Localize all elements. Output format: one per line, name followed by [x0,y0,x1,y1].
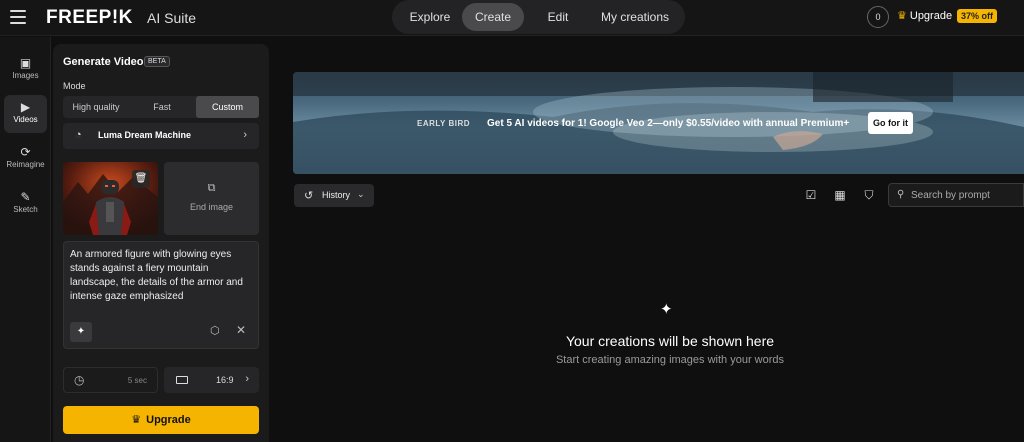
model-name: Luma Dream Machine [98,130,192,140]
mode-custom[interactable]: Custom [196,96,259,118]
mode-selector: High quality Fast Custom [63,96,259,118]
tool-rail: ▣ Images ▶ Videos ⟳ Reimagine ✎ Sketch [0,37,51,442]
discount-badge[interactable]: 37% off [957,9,998,23]
rail-item-label: Videos [13,115,38,124]
model-selector[interactable]: ◔ Luma Dream Machine › [63,123,259,149]
credits-counter[interactable]: 0 [867,6,889,28]
end-image-label: End image [189,202,234,212]
rail-item-sketch[interactable]: ✎ Sketch [4,185,47,223]
close-icon[interactable]: ✕ [236,323,246,337]
upgrade-link-label: Upgrade [909,10,953,22]
hamburger-menu-icon[interactable] [10,10,26,24]
duration-selector[interactable]: ◷ 5 sec [63,367,158,393]
suite-label: AI Suite [147,10,197,26]
cube-icon[interactable]: ⬡ [210,324,220,337]
upgrade-button[interactable]: ♛ Upgrade [63,406,259,434]
search-input[interactable] [911,187,1021,203]
upgrade-link[interactable]: ♛ Upgrade [897,9,952,22]
sparkles-icon: ✦ [660,301,673,318]
video-icon: ▶ [20,100,31,114]
promo-banner[interactable]: EARLY BIRD Get 5 AI videos for 1! Google… [293,72,1024,174]
prompt-field[interactable]: An armored figure with glowing eyes stan… [63,241,259,349]
panel-title: Generate Video [63,56,144,68]
chevron-down-icon: ⌄ [357,189,365,199]
rail-item-images[interactable]: ▣ Images [4,51,47,89]
empty-state-title: Your creations will be shown here [565,333,775,349]
go-for-it-button[interactable]: Go for it [868,112,913,134]
search-icon: ⚲ [897,189,905,200]
delete-image-icon[interactable]: 🗑 [132,170,150,188]
search-box[interactable]: ⚲ [888,183,1024,207]
crown-icon: ♛ [897,10,907,22]
generate-video-panel: Generate Video BETA Mode High quality Fa… [53,44,269,442]
aspect-ratio-value: 16:9 [216,375,234,385]
rail-item-label: Sketch [13,205,38,214]
history-icon: ↺ [304,190,314,202]
history-label: History [322,190,351,200]
mode-label: Mode [63,81,86,91]
beta-badge: BETA [144,56,170,67]
filter-icon[interactable]: ⛉ [861,187,877,203]
crown-icon: ♛ [131,414,142,426]
mode-fast[interactable]: Fast [129,96,195,118]
upgrade-button-label: Upgrade [146,414,191,426]
brush-icon: ✎ [20,190,31,204]
aspect-ratio-icon [176,376,188,384]
refresh-icon: ⟳ [20,145,31,159]
image-icon: ▣ [19,56,32,70]
nav-my-creations[interactable]: My creations [590,3,680,31]
rail-item-label: Images [12,71,39,80]
start-image-thumbnail[interactable]: 🗑 [63,162,158,235]
banner-text: Get 5 AI videos for 1! Google Veo 2—only… [487,118,850,129]
end-image-slot[interactable]: ⧉ End image [164,162,259,235]
banner-tag: EARLY BIRD [417,119,471,128]
rail-item-label: Reimagine [6,160,45,169]
grid-view-icon[interactable]: ▦ [832,187,848,203]
history-dropdown[interactable]: ↺ History ⌄ [294,184,374,207]
nav-explore[interactable]: Explore [398,3,462,31]
rail-item-reimagine[interactable]: ⟳ Reimagine [4,140,47,178]
prompt-text[interactable]: An armored figure with glowing eyes stan… [70,248,256,304]
main-nav: Explore Create Edit My creations [392,0,685,34]
chevron-right-icon: › [243,129,247,141]
rail-item-videos[interactable]: ▶ Videos [4,95,47,133]
chevron-right-icon: › [245,373,249,385]
aspect-ratio-selector[interactable]: 16:9 › [164,367,259,393]
nav-edit[interactable]: Edit [528,3,588,31]
empty-state-subtitle: Start creating amazing images with your … [555,354,785,366]
top-bar: FREEP!K AI Suite Explore Create Edit My … [0,0,1024,36]
nav-create[interactable]: Create [462,3,524,31]
magic-wand-icon[interactable]: ✦ [70,322,92,342]
clock-icon: ◷ [74,373,85,387]
model-icon: ◔ [75,129,82,141]
add-image-icon: ⧉ [207,182,216,194]
duration-value: 5 sec [127,376,147,385]
brand-logo[interactable]: FREEP!K [46,7,133,29]
mode-high-quality[interactable]: High quality [63,96,129,118]
select-checkbox-icon[interactable]: ☑ [803,187,819,203]
